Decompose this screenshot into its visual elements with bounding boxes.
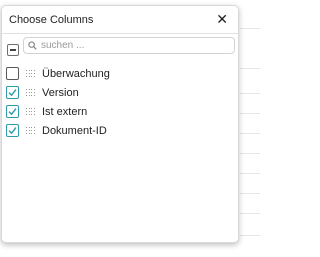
column-checkbox[interactable] xyxy=(6,86,19,99)
search-input[interactable] xyxy=(41,40,221,51)
column-label: Ist extern xyxy=(42,105,88,118)
column-label: Version xyxy=(42,86,79,99)
checkmark-icon xyxy=(8,127,17,135)
drag-handle-icon[interactable] xyxy=(26,70,35,77)
panel-title: Choose Columns xyxy=(9,14,94,26)
column-list: Überwachung Version Ist extern Dokument-… xyxy=(6,64,110,140)
column-item-ueberwachung[interactable]: Überwachung xyxy=(6,64,110,83)
column-checkbox[interactable] xyxy=(6,105,19,118)
select-all-checkbox[interactable] xyxy=(7,44,19,56)
column-item-dokument-id[interactable]: Dokument-ID xyxy=(6,121,110,140)
search-field[interactable] xyxy=(23,37,235,54)
column-item-ist-extern[interactable]: Ist extern xyxy=(6,102,110,121)
search-icon xyxy=(28,41,37,50)
close-icon[interactable]: ✕ xyxy=(216,12,228,26)
column-checkbox[interactable] xyxy=(6,124,19,137)
column-label: Überwachung xyxy=(42,67,110,80)
checkmark-icon xyxy=(8,108,17,116)
column-label: Dokument-ID xyxy=(42,124,107,137)
checkmark-icon xyxy=(8,89,17,97)
drag-handle-icon[interactable] xyxy=(26,108,35,115)
background-table-lines xyxy=(240,0,260,257)
drag-handle-icon[interactable] xyxy=(26,89,35,96)
drag-handle-icon[interactable] xyxy=(26,127,35,134)
header-divider xyxy=(2,33,238,34)
column-item-version[interactable]: Version xyxy=(6,83,110,102)
choose-columns-panel: Choose Columns ✕ Überwachung xyxy=(1,5,239,243)
column-checkbox[interactable] xyxy=(6,67,19,80)
